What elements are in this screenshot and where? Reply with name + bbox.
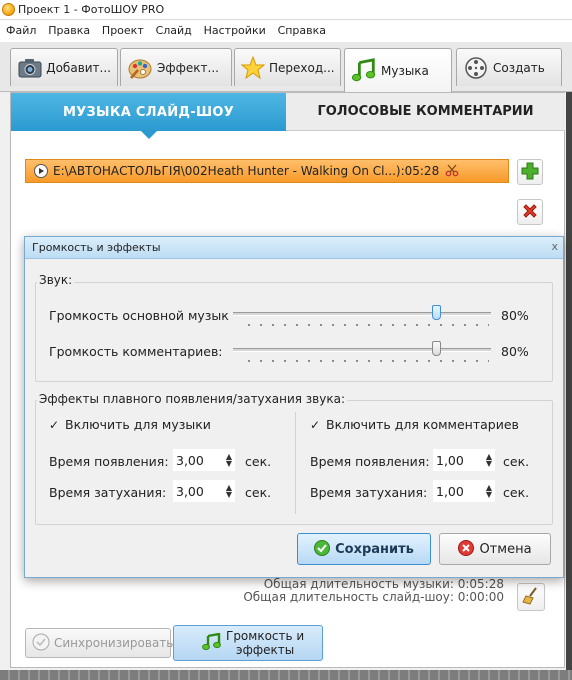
comments-fade-out-input[interactable]: 1,00 ▲ ▼ xyxy=(433,480,495,502)
music-fade-out-unit: сек. xyxy=(245,485,272,500)
cancel-button-label: Отмена xyxy=(479,541,532,557)
tab-add-label: Добавит... xyxy=(46,60,111,75)
sound-group-title: Звук: xyxy=(37,273,75,287)
comment-volume-slider[interactable] xyxy=(233,339,491,367)
tab-effects-label: Эффект... xyxy=(157,60,219,75)
sync-icon xyxy=(32,633,50,654)
comments-fade-out-unit: сек. xyxy=(503,485,530,500)
sound-group xyxy=(35,282,553,382)
comments-fade-in-input[interactable]: 1,00 ▲ ▼ xyxy=(433,449,495,471)
tab-add[interactable]: Добавит... xyxy=(10,48,118,86)
add-track-button[interactable] xyxy=(517,159,543,185)
volume-effects-label-line2: эффекты xyxy=(236,643,295,657)
volume-effects-button[interactable]: Громкость и эффекты xyxy=(173,625,323,661)
dialog-title-bar: Громкость и эффекты x xyxy=(25,237,563,259)
app-icon xyxy=(2,3,15,16)
fade-group-title: Эффекты плавного появления/затухания зву… xyxy=(37,392,347,406)
main-volume-label: Громкость основной музык xyxy=(49,308,229,323)
tab-create-label: Создать xyxy=(493,60,545,75)
save-button-label: Сохранить xyxy=(335,541,414,557)
music-fade-out-value: 3,00 xyxy=(176,483,204,499)
checkbox-check-icon: ✓ xyxy=(49,417,60,432)
tab-voice-comments[interactable]: ГОЛОСОВЫЕ КОММЕНТАРИИ xyxy=(286,93,565,131)
tab-transitions[interactable]: Переход... xyxy=(234,48,341,86)
spinner-arrows-icon[interactable]: ▲ ▼ xyxy=(224,453,234,468)
spinner-arrows-icon[interactable]: ▲ ▼ xyxy=(484,484,494,499)
comment-volume-label: Громкость комментариев: xyxy=(49,344,223,359)
slideshow-duration-text: Общая длительность слайд-шоу: 0:00:00 xyxy=(243,590,504,604)
comments-fade-out-label: Время затухания: xyxy=(310,485,428,500)
track-path: E:\АВТОНАСТОЛЬГIЯ\002Heath Hunter - Walk… xyxy=(53,164,440,178)
main-tabs: Добавит... Эффект... Переход... Музыка С… xyxy=(0,42,572,92)
comments-fade-checkbox[interactable]: ✓ Включить для комментариев xyxy=(310,417,519,432)
window-title: Проект 1 - ФотоШОУ PRO xyxy=(18,3,165,16)
main-volume-thumb[interactable] xyxy=(432,305,441,320)
music-fade-out-label: Время затухания: xyxy=(49,485,167,500)
volume-effects-label-line1: Громкость и xyxy=(226,629,305,643)
comments-fade-in-unit: сек. xyxy=(503,454,530,469)
music-duration-text: Общая длительность музыки: 0:05:28 xyxy=(263,577,504,591)
comment-volume-thumb[interactable] xyxy=(432,341,441,356)
menu-settings[interactable]: Настройки xyxy=(200,20,270,42)
play-icon[interactable] xyxy=(34,164,48,178)
music-fade-in-input[interactable]: 3,00 ▲ ▼ xyxy=(173,449,235,471)
star-icon xyxy=(241,55,265,81)
music-fade-checkbox-label: Включить для музыки xyxy=(65,417,211,432)
main-volume-value: 80% xyxy=(501,308,529,323)
tab-music-label: Музыка xyxy=(381,63,429,78)
comments-fade-checkbox-label: Включить для комментариев xyxy=(326,417,519,432)
scissors-icon[interactable] xyxy=(445,163,459,180)
menu-help[interactable]: Справка xyxy=(274,20,330,42)
group-divider xyxy=(295,412,296,514)
checkbox-check-icon: ✓ xyxy=(310,417,321,432)
cancel-button[interactable]: Отмена xyxy=(439,533,551,565)
music-note-icon xyxy=(202,632,222,654)
music-note-icon xyxy=(351,57,377,84)
music-fade-in-unit: сек. xyxy=(245,454,272,469)
menu-project[interactable]: Проект xyxy=(98,20,148,42)
music-fade-out-input[interactable]: 3,00 ▲ ▼ xyxy=(173,480,235,502)
broom-icon xyxy=(522,586,540,608)
plus-icon xyxy=(521,162,539,183)
tab-effects[interactable]: Эффект... xyxy=(120,48,232,86)
clear-button[interactable] xyxy=(517,583,545,611)
close-icon[interactable]: x xyxy=(551,240,558,253)
remove-track-button[interactable] xyxy=(517,199,543,225)
menu-bar: Файл Правка Проект Слайд Настройки Справ… xyxy=(0,20,572,42)
menu-edit[interactable]: Правка xyxy=(44,20,94,42)
menu-file[interactable]: Файл xyxy=(2,20,40,42)
sync-button[interactable]: Синхронизировать xyxy=(25,628,174,658)
comments-fade-out-value: 1,00 xyxy=(436,483,464,499)
music-fade-checkbox[interactable]: ✓ Включить для музыки xyxy=(49,417,211,432)
tab-slideshow-music[interactable]: МУЗЫКА СЛАЙД-ШОУ xyxy=(11,93,286,139)
tab-transitions-label: Переход... xyxy=(269,60,335,75)
tab-music[interactable]: Музыка xyxy=(344,48,452,92)
track-row[interactable]: E:\АВТОНАСТОЛЬГIЯ\002Heath Hunter - Walk… xyxy=(25,159,509,183)
title-bar: Проект 1 - ФотоШОУ PRO xyxy=(0,0,572,20)
cancel-circle-icon xyxy=(458,539,475,559)
music-fade-in-label: Время появления: xyxy=(49,454,169,469)
menu-slide[interactable]: Слайд xyxy=(152,20,196,42)
comment-volume-value: 80% xyxy=(501,344,529,359)
film-reel-icon xyxy=(463,55,489,81)
spinner-arrows-icon[interactable]: ▲ ▼ xyxy=(224,484,234,499)
camera-icon xyxy=(17,55,42,81)
spinner-arrows-icon[interactable]: ▲ ▼ xyxy=(484,453,494,468)
main-volume-slider[interactable] xyxy=(233,303,491,331)
tab-create[interactable]: Создать xyxy=(456,48,562,86)
timeline-strip xyxy=(0,670,572,680)
volume-effects-dialog: Громкость и эффекты x Звук: Громкость ос… xyxy=(24,236,564,578)
window-edge xyxy=(566,92,572,680)
save-button[interactable]: Сохранить xyxy=(297,533,431,565)
delete-x-icon xyxy=(522,203,538,222)
palette-icon xyxy=(127,55,153,81)
sync-label: Синхронизировать xyxy=(54,636,174,650)
check-circle-icon xyxy=(314,539,331,559)
comments-fade-in-label: Время появления: xyxy=(310,454,430,469)
dialog-title: Громкость и эффекты xyxy=(32,241,161,254)
music-fade-in-value: 3,00 xyxy=(176,452,204,468)
comments-fade-in-value: 1,00 xyxy=(436,452,464,468)
